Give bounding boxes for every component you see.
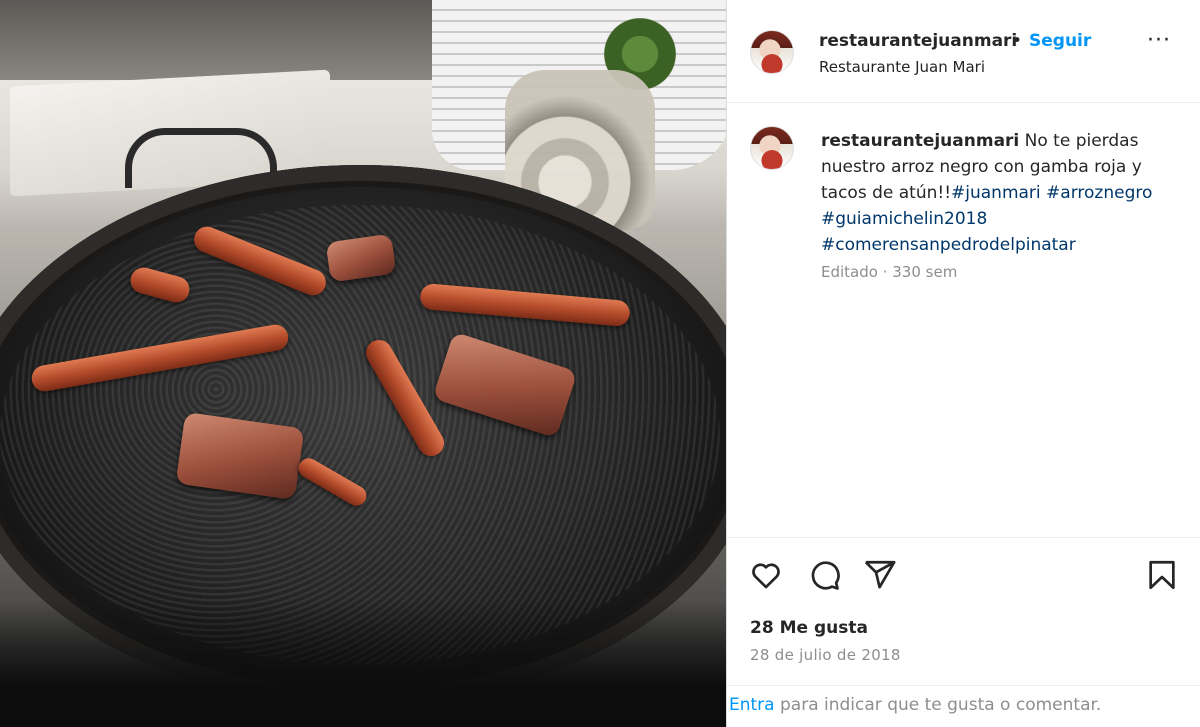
author-location[interactable]: Restaurante Juan Mari — [819, 58, 985, 76]
meta-separator: · — [877, 263, 893, 281]
caption-meta: Editado · 330 sem — [821, 263, 957, 281]
hashtag-link[interactable]: #comerensanpedrodelpinatar — [821, 235, 1076, 255]
photo-shadow — [0, 600, 726, 727]
post-photo[interactable] — [0, 0, 726, 727]
follow-button[interactable]: Seguir — [1029, 31, 1091, 51]
post-side-panel: restaurantejuanmari • Seguir Restaurante… — [726, 0, 1200, 727]
author-avatar[interactable] — [750, 30, 794, 74]
hashtag-link[interactable]: #guiamichelin2018 — [821, 209, 987, 229]
hashtag-link[interactable]: #arroznegro — [1046, 183, 1152, 203]
author-username[interactable]: restaurantejuanmari — [819, 31, 1017, 51]
caption-username[interactable]: restaurantejuanmari — [821, 131, 1019, 151]
heart-icon[interactable] — [749, 558, 783, 592]
login-prompt: Entra para indicar que te gusta o coment… — [727, 685, 1200, 727]
edited-label: Editado — [821, 263, 878, 281]
send-icon[interactable] — [863, 558, 897, 592]
caption-area: restaurantejuanmari No te pierdas nuestr… — [727, 104, 1200, 536]
more-options-icon[interactable]: ··· — [1147, 30, 1175, 54]
login-link[interactable]: Entra — [729, 695, 775, 715]
caption-text: restaurantejuanmari No te pierdas nuestr… — [821, 128, 1171, 258]
hashtag-link[interactable]: #juanmari — [951, 183, 1041, 203]
post-age[interactable]: 330 sem — [892, 263, 957, 281]
likes-count[interactable]: 28 Me gusta — [750, 618, 868, 638]
comment-icon[interactable] — [807, 558, 841, 592]
caption-avatar[interactable] — [750, 126, 794, 170]
post-header: restaurantejuanmari • Seguir Restaurante… — [727, 0, 1200, 103]
bookmark-icon[interactable] — [1145, 558, 1179, 592]
header-separator: • — [1012, 31, 1023, 51]
login-prompt-text: para indicar que te gusta o comentar. — [780, 695, 1102, 715]
action-bar: 28 Me gusta 28 de julio de 2018 Entra pa… — [727, 537, 1200, 727]
post-date[interactable]: 28 de julio de 2018 — [750, 646, 901, 664]
